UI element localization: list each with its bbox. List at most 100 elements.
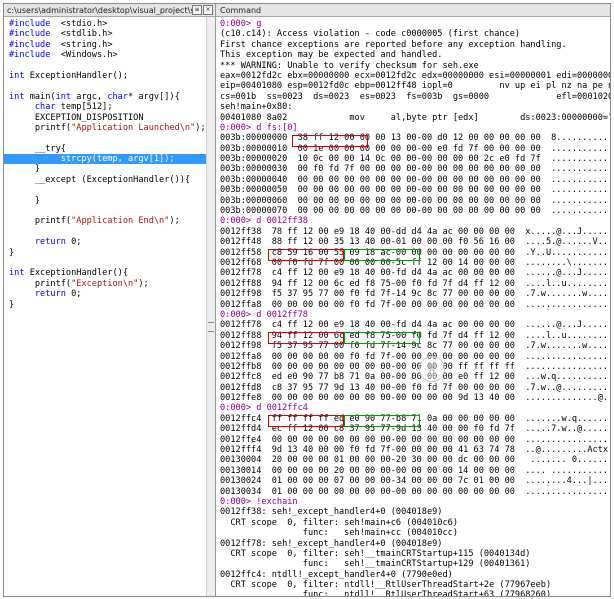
source-token [9,237,35,247]
command-output-line: 0012ff68 00 f0 fd 7f 00 00 00 00-5c ff 1… [220,257,609,268]
source-line[interactable] [4,61,207,71]
source-line[interactable] [4,185,207,195]
source-token: #include [9,39,51,50]
source-line[interactable]: } [4,196,207,206]
source-token: * argv[]){ [128,91,180,102]
command-prompt-line: 0:000> d fs:[0] [220,122,298,133]
source-line[interactable]: int ExceptionHandler(); [4,71,207,81]
source-token: 0; [65,289,82,300]
source-line[interactable]: EXCEPTION_DISPOSITION [4,113,207,123]
source-line[interactable]: } [4,248,207,258]
command-output-line: 0012ff78 c4 ff 12 00 e9 18 40 00-fd d4 4… [220,268,609,279]
command-output-line: 0012ff38 78 ff 12 00 e9 18 40 00-dd d4 4… [220,226,609,237]
tab-icon[interactable]: ≡ [192,5,202,15]
source-line[interactable]: __except (ExceptionHandler()){ [4,175,207,185]
source-line[interactable] [4,133,207,143]
source-scrollbar[interactable] [206,17,215,596]
command-output-line: 0012ff88 94 ff 12 00 6c ed f8 75-00 f0 f… [220,278,609,289]
command-prompt-line: 0:000> g [220,19,262,29]
command-output-line: 0012ffa8 00 00 00 00 00 f0 fd 7f-00 00 0… [220,299,609,310]
command-output-line: 0012ff98 f5 37 95 77 00 f0 fd 7f-14 9c 8… [220,341,609,352]
command-output-line: 003b:00000060 00 00 00 00 00 00 00 00-00… [220,195,610,206]
source-line[interactable]: #include <stdlib.h> [4,29,207,39]
command-output-line: 00130004 20 00 00 00 01 00 00 00-20 30 0… [220,455,609,466]
command-titlebar: Command [216,4,610,17]
command-output-line: 0012ffd8 c8 37 95 77 9d 13 40 00-00 f0 f… [220,382,609,393]
source-code[interactable]: #include <stdio.h> #include <stdlib.h> #in… [4,19,207,310]
command-prompt-line: 0:000> !exchain [220,496,298,507]
command-output-line: 00130024 01 00 00 00 07 00 00 00-34 00 0… [220,476,609,487]
source-token: char [107,91,129,102]
source-token: int [9,70,25,81]
command-output-line: 0012fff4 9d 13 40 00 00 f0 fd 7f-00 00 0… [220,445,609,456]
command-output-line: 003b:00000050 00 00 00 00 00 00 00 00-00… [220,185,610,196]
command-output-line: 003b:00000040 00 00 00 00 00 00 00 00-00… [220,174,610,185]
command-output-line: 0012ffe8 00 00 00 00 00 00 00 00-00 00 0… [220,393,609,404]
source-title: c:\users\administrator\desktop\visual_pr… [7,5,192,15]
source-token [9,289,35,299]
source-token: <string.h> [50,39,113,50]
source-token: printf( [9,216,72,227]
source-line[interactable]: #include <stdio.h> [4,19,207,29]
source-line[interactable] [4,258,207,268]
source-token: "Application End\n" [71,216,170,227]
command-output-line: 003b:00000010 00 1e 00 00 00 00 00 00-00… [220,143,610,154]
source-line[interactable]: int main(int argc, char* argv[]){ [4,92,207,102]
source-token: int [55,91,72,102]
source-line[interactable]: return 0; [4,237,207,247]
source-token: printf( [9,122,72,133]
command-output-line: eip=00401080 esp=0012fd0c ebp=0012ff48 i… [220,81,610,92]
source-token: 0; [65,237,82,248]
source-line[interactable] [4,227,207,237]
source-token: ); [195,122,206,133]
command-output-line: seh!main+0x80: [220,102,293,113]
source-token: printf( [9,278,72,289]
source-token: strcpy(temp, argv[1]); [9,154,175,165]
close-icon[interactable]: × [203,5,213,15]
source-token: <Windows.h> [50,50,118,61]
source-line[interactable]: printf("Exception\n"); [4,279,207,289]
source-token: "Exception\n" [71,278,139,289]
command-output-line: 0012ff48 88 ff 12 00 35 13 40 00-01 00 0… [220,237,609,248]
command-output[interactable]: 0:000> g (c10.c14): Access violation - co… [216,19,610,596]
command-output-line: CRT scope 0, filter: ntdll!__RtlUserThre… [220,580,552,591]
source-line[interactable] [4,81,207,91]
command-prompt-line: 0:000> d 0012ff78 [220,309,308,320]
source-token: ); [169,216,180,227]
source-line[interactable]: printf("Application Launched\n"); [4,123,207,133]
source-line[interactable]: int ExceptionHandler(){ [4,268,207,278]
source-token: ); [138,278,149,289]
source-line[interactable]: #include <string.h> [4,40,207,50]
source-line[interactable]: __try{ [4,144,207,154]
source-line[interactable]: } [4,300,207,310]
command-output-line: 003b:00000000 38 ff 12 00 00 00 13 00-00… [220,133,610,144]
command-output-line: 003b:00000020 10 0c 00 00 14 0c 00 00-00… [220,154,610,165]
source-token: __try{ [9,143,66,154]
command-output-line: 0012ffc4: ntdll!_except_handler4+0 (7790… [220,569,453,580]
command-title: Command [220,5,262,15]
source-line[interactable]: return 0; [4,289,207,299]
source-line[interactable]: } [4,164,207,174]
command-output-line: CRT scope 0, filter: seh!main+c6 (004010… [220,517,458,528]
source-line[interactable]: char temp[512]; [4,102,207,112]
source-titlebar: c:\users\administrator\desktop\visual_pr… [4,4,215,17]
command-prompt-line: 0:000> d 0012ffc4 [220,403,308,414]
source-pane: c:\users\administrator\desktop\visual_pr… [4,4,216,596]
source-line[interactable]: #include <Windows.h> [4,50,207,60]
source-line[interactable]: strcpy(temp, argv[1]); [4,154,207,165]
command-output-line: 0012ffe4 00 00 00 00 00 00 00 00-00 00 0… [220,434,609,445]
source-line[interactable]: printf("Application End\n"); [4,216,207,226]
command-output-line: 0012ffa8 00 00 00 00 00 f0 fd 7f-00 00 0… [220,351,609,362]
command-output-line: 0012ffd4 ec ff 12 00 c8 37 95 77-9d 13 4… [220,424,609,435]
scroll-grip-icon[interactable] [208,322,214,332]
source-token: int [9,268,25,279]
source-token [9,102,35,112]
source-line[interactable] [4,206,207,216]
source-token: "Application Launched\n" [71,122,196,133]
command-output-line: func: seh!__tmainCRTStartup+129 (0040136… [220,559,531,570]
command-output-line: 0012ff98 f5 37 95 77 00 f0 fd 7f-14 9c 8… [220,289,609,300]
source-token: argc, [71,91,108,102]
command-output-line: 00130014 00 00 00 00 20 00 00 00-00 00 0… [220,465,609,476]
source-token: } [9,247,15,258]
command-output-line: 0012ff88 94 ff 12 00 6c ed f8 75-00 f0 f… [220,330,609,341]
